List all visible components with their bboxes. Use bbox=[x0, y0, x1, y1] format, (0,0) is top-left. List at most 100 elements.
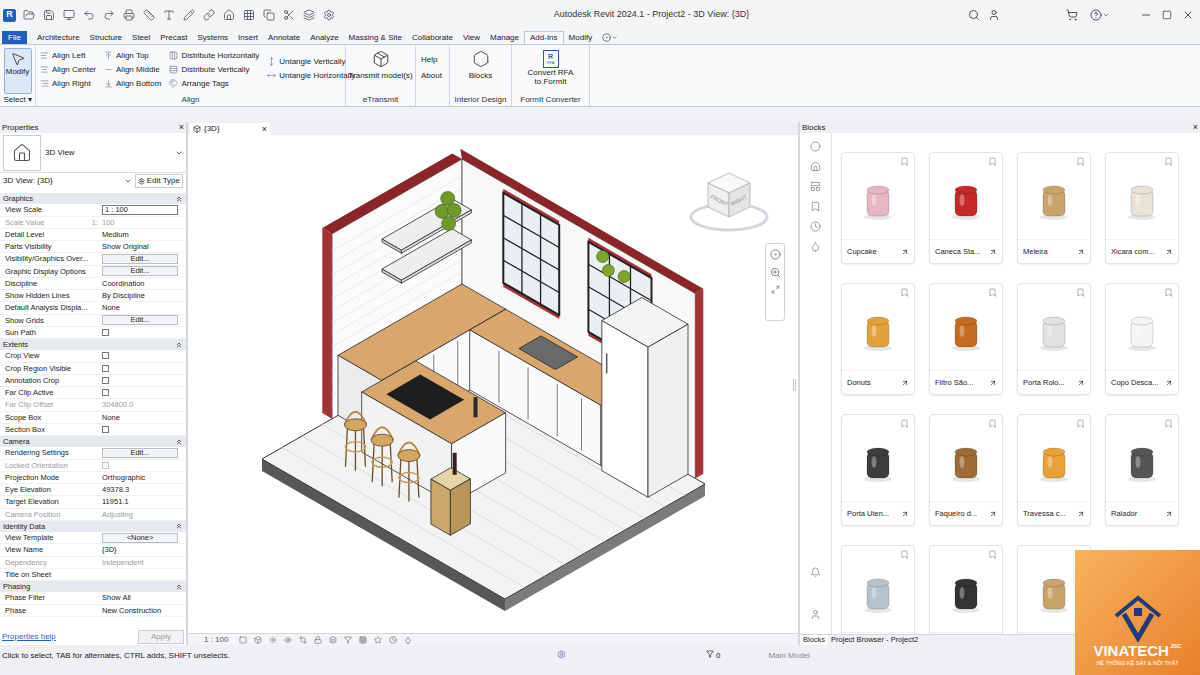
property-checkbox[interactable] bbox=[102, 365, 109, 372]
bookmark-icon[interactable] bbox=[900, 550, 909, 559]
open-icon[interactable] bbox=[989, 248, 997, 256]
instance-filter[interactable]: 3D View: {3D} bbox=[3, 175, 121, 187]
blocks-category-icon[interactable] bbox=[810, 221, 821, 232]
quick-access-icon[interactable] bbox=[263, 9, 275, 21]
block-card[interactable]: Porta Rolo... bbox=[1017, 283, 1091, 395]
view-control-icon[interactable] bbox=[269, 636, 277, 644]
property-button[interactable]: Edit... bbox=[102, 254, 178, 264]
edit-type-button[interactable]: Edit Type bbox=[135, 174, 183, 188]
quick-access-icon[interactable] bbox=[83, 9, 95, 21]
align-button[interactable]: Align Center bbox=[40, 64, 96, 75]
filter-icon[interactable] bbox=[706, 650, 714, 658]
zoom-icon[interactable] bbox=[770, 267, 781, 278]
quick-access-icon[interactable] bbox=[303, 9, 315, 21]
palette-tab[interactable]: Blocks bbox=[800, 635, 828, 645]
blocks-category-icon[interactable] bbox=[810, 181, 821, 192]
property-section[interactable]: Camera bbox=[0, 436, 186, 447]
minimize-icon[interactable] bbox=[1140, 9, 1152, 21]
blocks-category-icon[interactable] bbox=[810, 201, 821, 212]
view-scale[interactable]: 1 : 100 bbox=[204, 634, 228, 646]
align-button[interactable]: Align Bottom bbox=[104, 78, 161, 89]
modify-button[interactable]: Modify bbox=[4, 48, 32, 94]
bookmark-icon[interactable] bbox=[1164, 419, 1173, 428]
view-control-icon[interactable] bbox=[389, 636, 397, 644]
ribbon-tab[interactable]: Precast bbox=[155, 31, 192, 44]
ribbon-options[interactable] bbox=[597, 31, 623, 44]
view-control-icon[interactable] bbox=[359, 636, 367, 644]
bookmark-icon[interactable] bbox=[900, 288, 909, 297]
align-button[interactable]: Distribute Vertically bbox=[169, 64, 259, 75]
view-control-icon[interactable] bbox=[239, 636, 247, 644]
open-icon[interactable] bbox=[1165, 510, 1173, 518]
block-card[interactable] bbox=[929, 545, 1003, 634]
ribbon-tab[interactable]: View bbox=[458, 31, 485, 44]
view-control-icon[interactable] bbox=[329, 636, 337, 644]
blocks-close[interactable]: × bbox=[1193, 123, 1198, 132]
quick-access-icon[interactable] bbox=[183, 9, 195, 21]
quick-access-icon[interactable] bbox=[23, 9, 35, 21]
open-icon[interactable] bbox=[1077, 510, 1085, 518]
ribbon-tab[interactable]: Add-Ins bbox=[524, 31, 564, 44]
ribbon-tab[interactable]: Systems bbox=[192, 31, 233, 44]
open-icon[interactable] bbox=[901, 379, 909, 387]
ribbon-tab[interactable]: Steel bbox=[127, 31, 155, 44]
blocks-category-icon[interactable] bbox=[810, 141, 821, 152]
type-selector[interactable]: 3D View bbox=[0, 133, 186, 173]
property-button[interactable]: Edit... bbox=[102, 315, 178, 325]
property-input[interactable]: 1 : 100 bbox=[102, 205, 178, 215]
property-button[interactable]: Edit... bbox=[102, 266, 178, 276]
quick-access-icon[interactable] bbox=[243, 9, 255, 21]
account-icon[interactable] bbox=[810, 609, 821, 620]
block-card[interactable]: Cupcake bbox=[841, 152, 915, 264]
align-button[interactable]: Align Left bbox=[40, 50, 96, 61]
palette-tab[interactable]: Project Browser - Project2 bbox=[828, 635, 921, 645]
property-checkbox[interactable] bbox=[102, 352, 109, 359]
search-icon[interactable] bbox=[968, 9, 980, 21]
open-icon[interactable] bbox=[989, 510, 997, 518]
help-panel-button[interactable]: Help bbox=[421, 54, 444, 66]
block-card[interactable]: Xicara com... bbox=[1105, 152, 1179, 264]
blocks-category-icon[interactable] bbox=[810, 241, 821, 252]
quick-access-icon[interactable] bbox=[63, 9, 75, 21]
user-icon[interactable] bbox=[988, 9, 1000, 21]
select-menu[interactable]: Select▾ bbox=[0, 94, 35, 106]
view-control-icon[interactable] bbox=[344, 636, 352, 644]
align-button[interactable]: Untangle Vertically bbox=[267, 56, 355, 67]
block-card[interactable]: Ralador bbox=[1105, 414, 1179, 526]
property-section[interactable]: Phasing bbox=[0, 581, 186, 592]
view-tab[interactable]: {3D}× bbox=[190, 123, 270, 135]
active-model[interactable]: Main Model bbox=[768, 650, 809, 662]
open-icon[interactable] bbox=[989, 379, 997, 387]
view-tab-close[interactable]: × bbox=[262, 125, 267, 134]
property-section[interactable]: Identity Data bbox=[0, 521, 186, 532]
open-icon[interactable] bbox=[901, 510, 909, 518]
blocks-category-icon[interactable] bbox=[810, 161, 821, 172]
bookmark-icon[interactable] bbox=[900, 419, 909, 428]
bookmark-icon[interactable] bbox=[988, 157, 997, 166]
ribbon-tab[interactable]: Analyze bbox=[305, 31, 343, 44]
align-button[interactable]: Align Middle bbox=[104, 64, 161, 75]
ribbon-tab[interactable]: Insert bbox=[233, 31, 263, 44]
viewcube[interactable]: FRONTRIGHT bbox=[688, 167, 770, 237]
property-checkbox[interactable] bbox=[102, 389, 109, 396]
steering-wheel-icon[interactable] bbox=[770, 249, 781, 260]
property-section[interactable]: Graphics bbox=[0, 193, 186, 204]
block-card[interactable] bbox=[841, 545, 915, 634]
align-button[interactable]: Untangle Horizontally bbox=[267, 70, 355, 81]
bookmark-icon[interactable] bbox=[988, 550, 997, 559]
ribbon-tab[interactable]: Architecture bbox=[32, 31, 85, 44]
open-icon[interactable] bbox=[1077, 379, 1085, 387]
view-control-icon[interactable] bbox=[299, 636, 307, 644]
block-card[interactable]: Copo Desca... bbox=[1105, 283, 1179, 395]
bookmark-icon[interactable] bbox=[1164, 288, 1173, 297]
ribbon-tab[interactable]: File bbox=[2, 31, 27, 44]
ribbon-tab[interactable]: Manage bbox=[485, 31, 524, 44]
open-icon[interactable] bbox=[1077, 248, 1085, 256]
block-card[interactable]: Meleira bbox=[1017, 152, 1091, 264]
blocks-button[interactable]: Blocks bbox=[454, 50, 507, 82]
quick-access-icon[interactable] bbox=[283, 9, 295, 21]
align-button[interactable]: Align Top bbox=[104, 50, 161, 61]
viewport[interactable]: FRONTRIGHT bbox=[188, 135, 798, 633]
ribbon-tab[interactable]: Annotate bbox=[263, 31, 305, 44]
properties-help-link[interactable]: Properties help bbox=[2, 631, 56, 643]
